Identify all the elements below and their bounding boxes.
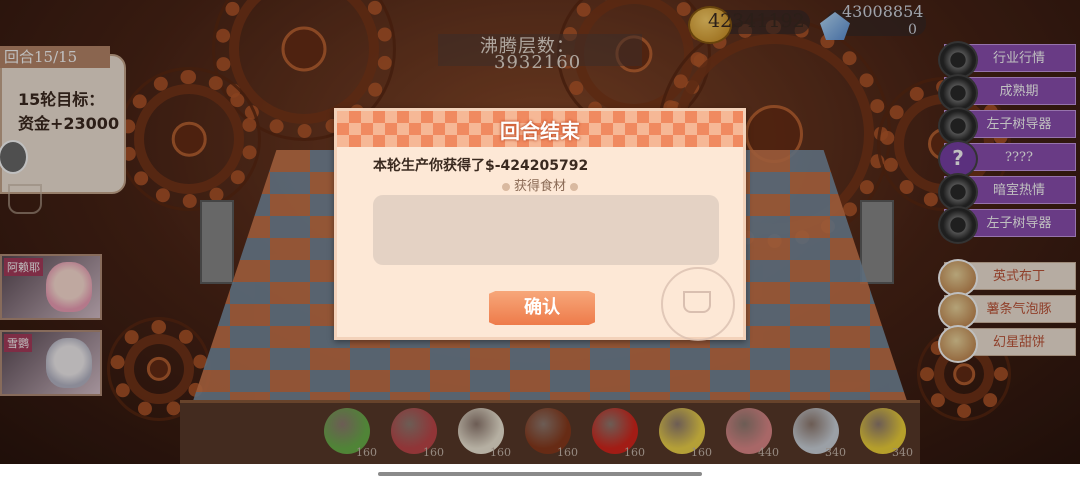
dot-icon (570, 182, 578, 191)
confirm-button[interactable]: 确认 (489, 291, 595, 325)
dot-icon (501, 182, 510, 191)
section-label-text: 获得食材 (513, 179, 566, 194)
dialog-title: 回合结束 (500, 119, 580, 143)
round-end-dialog: 回合结束 本轮生产你获得了$-424205792 获得食材 确认 (334, 108, 746, 341)
home-indicator[interactable] (378, 472, 702, 476)
section-label: 获得食材 (337, 175, 743, 194)
result-text: 本轮生产你获得了$-424205792 (373, 158, 589, 174)
obtained-ingredients-box (373, 195, 719, 265)
coffee-cup-icon (683, 291, 711, 313)
